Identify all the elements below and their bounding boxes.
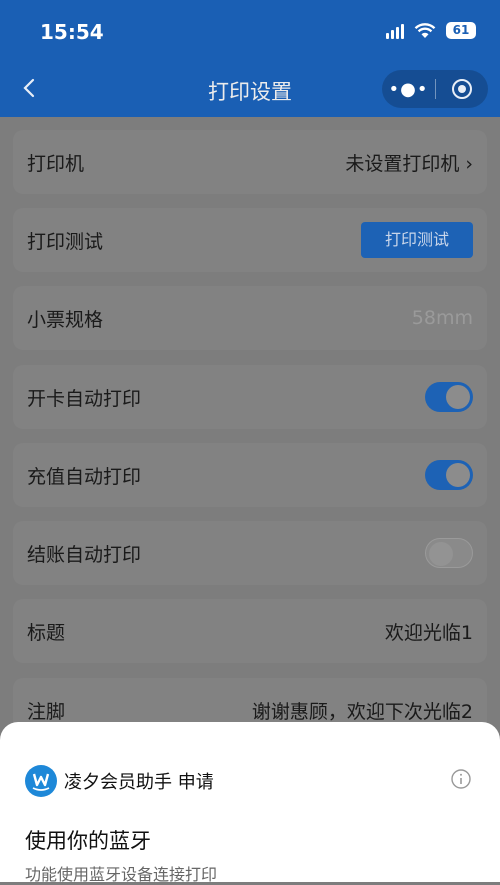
status-bar: 15:54 61 bbox=[0, 0, 500, 62]
app-request-text: 凌夕会员助手 申请 bbox=[64, 772, 214, 793]
status-time: 15:54 bbox=[40, 20, 104, 44]
nav-bar: 打印设置 •●• bbox=[0, 62, 500, 117]
printer-value: 未设置打印机 › bbox=[345, 152, 473, 175]
cellular-signal-icon bbox=[386, 23, 404, 39]
mini-program-capsule: •●• bbox=[382, 70, 488, 108]
status-icons: 61 bbox=[386, 22, 476, 39]
auto-print-card-label: 开卡自动打印 bbox=[27, 387, 142, 410]
auto-print-checkout-row: 结账自动打印 bbox=[13, 521, 487, 585]
print-test-row: 打印测试 打印测试 bbox=[13, 208, 487, 272]
receipt-size-value: 58mm bbox=[411, 307, 473, 329]
auto-print-card-toggle[interactable] bbox=[425, 382, 473, 412]
permission-sheet: 凌夕会员助手 申请 使用你的蓝牙 功能使用蓝牙设备连接打印 bbox=[0, 722, 500, 884]
print-test-label: 打印测试 bbox=[27, 230, 104, 253]
receipt-size-row[interactable]: 小票规格 58mm bbox=[13, 286, 487, 350]
print-test-button[interactable]: 打印测试 bbox=[361, 222, 473, 258]
auto-print-recharge-label: 充值自动打印 bbox=[27, 465, 142, 488]
wifi-icon bbox=[414, 22, 436, 38]
title-value: 欢迎光临1 bbox=[384, 621, 473, 644]
title-row[interactable]: 标题 欢迎光临1 bbox=[13, 599, 487, 663]
info-icon[interactable] bbox=[450, 768, 472, 790]
permission-title: 使用你的蓝牙 bbox=[25, 829, 151, 853]
printer-row[interactable]: 打印机 未设置打印机 › bbox=[13, 130, 487, 194]
title-label: 标题 bbox=[27, 621, 66, 644]
target-close-icon bbox=[452, 79, 472, 99]
footer-label: 注脚 bbox=[27, 700, 66, 723]
printer-label: 打印机 bbox=[27, 152, 85, 175]
app-logo-icon bbox=[25, 765, 57, 797]
auto-print-card-row: 开卡自动打印 bbox=[13, 365, 487, 429]
auto-print-checkout-toggle[interactable] bbox=[425, 538, 473, 568]
receipt-size-label: 小票规格 bbox=[27, 308, 104, 331]
auto-print-recharge-toggle[interactable] bbox=[425, 460, 473, 490]
footer-value: 谢谢惠顾，欢迎下次光临2 bbox=[251, 700, 473, 723]
auto-print-checkout-label: 结账自动打印 bbox=[27, 543, 142, 566]
auto-print-recharge-row: 充值自动打印 bbox=[13, 443, 487, 507]
more-icon[interactable]: •●• bbox=[382, 79, 435, 100]
battery-icon: 61 bbox=[446, 22, 476, 39]
close-mini-program-button[interactable] bbox=[436, 78, 488, 100]
